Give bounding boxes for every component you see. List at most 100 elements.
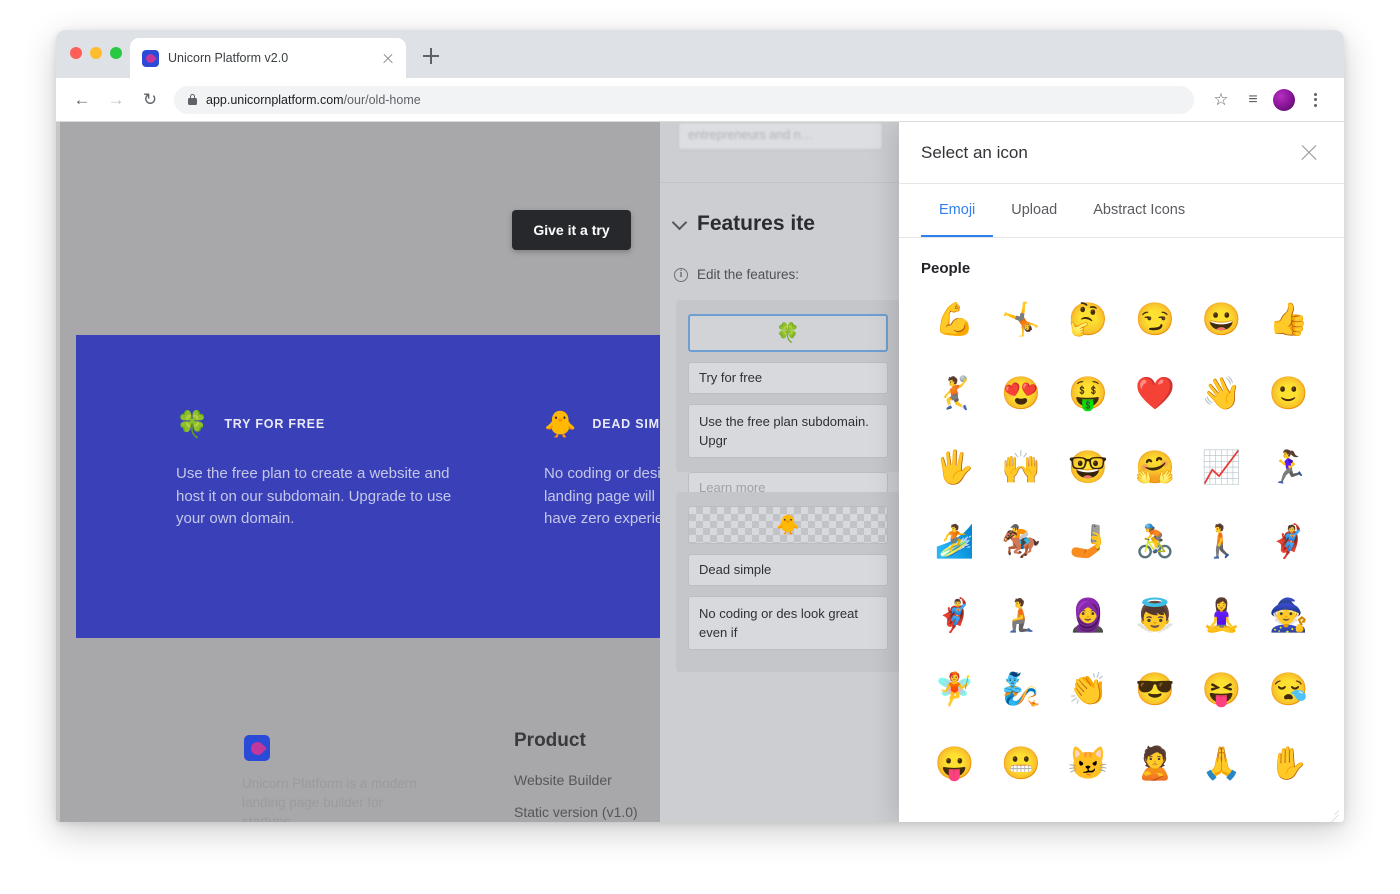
- feature-icon-input[interactable]: 🐥: [688, 506, 888, 544]
- raising-hands-icon[interactable]: 🙌: [988, 435, 1055, 499]
- selfie-icon[interactable]: 🤳: [1055, 509, 1122, 573]
- clapping-hands-icon[interactable]: 👏: [1055, 657, 1122, 721]
- person-pouting-icon[interactable]: 🙎: [1122, 731, 1189, 795]
- browser-tab-strip: Unicorn Platform v2.0: [56, 30, 1344, 78]
- landing-page-preview[interactable]: Give it a try 🍀 TRY FOR FREE Use the fre…: [56, 122, 660, 822]
- feature-title-input[interactable]: Dead simple: [688, 554, 888, 586]
- tab-upload[interactable]: Upload: [993, 184, 1075, 237]
- maximize-window-button[interactable]: [110, 47, 122, 59]
- select-icon-modal: Select an icon Emoji Upload Abstract Ico…: [899, 122, 1344, 822]
- baby-angel-icon[interactable]: 👼: [1122, 583, 1189, 647]
- money-mouth-face-icon[interactable]: 🤑: [1055, 361, 1122, 425]
- chart-increasing-icon[interactable]: 📈: [1188, 435, 1255, 499]
- browser-toolbar: ← → ↻ app.unicornplatform.com/our/old-ho…: [56, 78, 1344, 122]
- woman-in-lotus-position-icon[interactable]: 🧘‍♀️: [1188, 583, 1255, 647]
- sleepy-face-icon[interactable]: 😪: [1255, 657, 1322, 721]
- editor-hint: i Edit the features:: [674, 267, 799, 282]
- editor-blurred-field[interactable]: entrepreneurs and n…: [678, 122, 883, 150]
- close-icon[interactable]: [380, 50, 396, 66]
- smirking-face-icon[interactable]: 😏: [1122, 287, 1189, 351]
- tab-abstract-icons[interactable]: Abstract Icons: [1075, 184, 1203, 237]
- features-section: 🍀 TRY FOR FREE Use the free plan to crea…: [76, 335, 660, 638]
- preview-scrollbar[interactable]: [56, 122, 60, 822]
- feature-header: 🍀 TRY FOR FREE: [176, 407, 476, 441]
- feature-icon-input[interactable]: 🍀: [688, 314, 888, 352]
- address-bar[interactable]: app.unicornplatform.com/our/old-home: [174, 85, 1194, 114]
- waving-hand-icon[interactable]: 👋: [1188, 361, 1255, 425]
- unicorn-logo-icon: [142, 49, 159, 67]
- mage-icon[interactable]: 🧙: [1255, 583, 1322, 647]
- browser-tab[interactable]: Unicorn Platform v2.0: [130, 38, 406, 78]
- modal-tabs: Emoji Upload Abstract Icons: [899, 184, 1344, 238]
- person-walking-icon[interactable]: 🚶: [1188, 509, 1255, 573]
- editor-sidebar[interactable]: entrepreneurs and n… Features ite i Edit…: [660, 122, 900, 822]
- close-window-button[interactable]: [70, 47, 82, 59]
- raised-hand-icon[interactable]: ✋: [1255, 731, 1322, 795]
- footer-description: Unicorn Platform is a modern landing pag…: [242, 776, 417, 822]
- hugging-face-icon[interactable]: 🤗: [1122, 435, 1189, 499]
- footer-product-column: Product Website Builder Static version (…: [514, 730, 660, 822]
- folded-hands-icon[interactable]: 🙏: [1188, 731, 1255, 795]
- feature-body-input[interactable]: Use the free plan subdomain. Upgr: [688, 404, 888, 458]
- flexed-biceps-icon[interactable]: 💪: [921, 287, 988, 351]
- baby-chick-icon: 🐥: [544, 409, 577, 439]
- arrow-left-icon[interactable]: ←: [66, 84, 98, 116]
- nerd-face-icon[interactable]: 🤓: [1055, 435, 1122, 499]
- footer-link-static-version[interactable]: Static version (v1.0): [514, 804, 660, 820]
- info-icon: i: [674, 267, 688, 282]
- tab-emoji[interactable]: Emoji: [921, 184, 994, 237]
- minimize-window-button[interactable]: [90, 47, 102, 59]
- star-icon[interactable]: ☆: [1206, 85, 1236, 115]
- url-path: /our/old-home: [343, 92, 421, 107]
- thumbs-up-icon[interactable]: 👍: [1255, 287, 1322, 351]
- person-biking-icon[interactable]: 🚴: [1122, 509, 1189, 573]
- give-it-a-try-button[interactable]: Give it a try: [512, 210, 631, 250]
- fairy-icon[interactable]: 🧚: [921, 657, 988, 721]
- lock-icon: [188, 94, 197, 105]
- horse-racing-icon[interactable]: 🏇: [988, 509, 1055, 573]
- superhero-icon[interactable]: 🦸: [1255, 509, 1322, 573]
- unicorn-logo-icon: [244, 735, 270, 761]
- reload-icon[interactable]: ↻: [134, 84, 166, 116]
- face-with-tongue-icon[interactable]: 😛: [921, 731, 988, 795]
- cat-with-wry-smile-icon[interactable]: 😼: [1055, 731, 1122, 795]
- man-superhero-icon[interactable]: 🦸‍♂️: [921, 583, 988, 647]
- squinting-face-with-tongue-icon[interactable]: 😝: [1188, 657, 1255, 721]
- resize-handle-icon[interactable]: [1328, 806, 1339, 817]
- heart-eyes-face-icon[interactable]: 😍: [988, 361, 1055, 425]
- person-kneeling-icon[interactable]: 🧎: [988, 583, 1055, 647]
- person-cartwheeling-icon[interactable]: 🤸: [988, 287, 1055, 351]
- close-icon[interactable]: [1298, 142, 1320, 164]
- arrow-right-icon[interactable]: →: [100, 84, 132, 116]
- thinking-face-icon[interactable]: 🤔: [1055, 287, 1122, 351]
- four-leaf-clover-icon: 🍀: [176, 409, 209, 439]
- person-playing-handball-icon[interactable]: 🤾: [921, 361, 988, 425]
- plus-icon[interactable]: [418, 43, 444, 69]
- divider: [660, 182, 900, 183]
- reading-list-icon[interactable]: ≡: [1238, 85, 1268, 115]
- person-surfing-icon[interactable]: 🏄: [921, 509, 988, 573]
- chevron-down-icon[interactable]: [671, 214, 688, 230]
- browser-window: Unicorn Platform v2.0 ← → ↻ app.unicornp…: [56, 30, 1344, 822]
- section-title: Features ite: [697, 212, 815, 235]
- grimacing-face-icon[interactable]: 😬: [988, 731, 1055, 795]
- feature-title-input[interactable]: Try for free: [688, 362, 888, 394]
- woman-with-headscarf-icon[interactable]: 🧕: [1055, 583, 1122, 647]
- feature-body: No coding or design skills needed. Your …: [544, 465, 660, 527]
- genie-icon[interactable]: 🧞: [988, 657, 1055, 721]
- grinning-face-icon[interactable]: 😀: [1188, 287, 1255, 351]
- red-heart-icon[interactable]: ❤️: [1122, 361, 1189, 425]
- woman-running-icon[interactable]: 🏃‍♀️: [1255, 435, 1322, 499]
- feature-header: 🐥 DEAD SIMPLE: [544, 407, 660, 441]
- footer-link-website-builder[interactable]: Website Builder: [514, 772, 660, 788]
- feature-body-input[interactable]: No coding or des look great even if: [688, 596, 888, 650]
- slightly-smiling-face-icon[interactable]: 🙂: [1255, 361, 1322, 425]
- sunglasses-face-icon[interactable]: 😎: [1122, 657, 1189, 721]
- avatar[interactable]: [1273, 88, 1295, 111]
- browser-tab-title: Unicorn Platform v2.0: [168, 51, 289, 65]
- modal-body[interactable]: People 💪 🤸 🤔 😏 😀 👍 🤾 😍 🤑 ❤️ 👋 🙂 🖐️ 🙌 🤓 🤗…: [899, 238, 1344, 822]
- feature-item: 🍀 TRY FOR FREE Use the free plan to crea…: [176, 407, 476, 531]
- hand-with-fingers-splayed-icon[interactable]: 🖐️: [921, 435, 988, 499]
- features-section-header[interactable]: Features ite: [671, 212, 815, 236]
- kebab-menu-icon[interactable]: [1300, 85, 1330, 115]
